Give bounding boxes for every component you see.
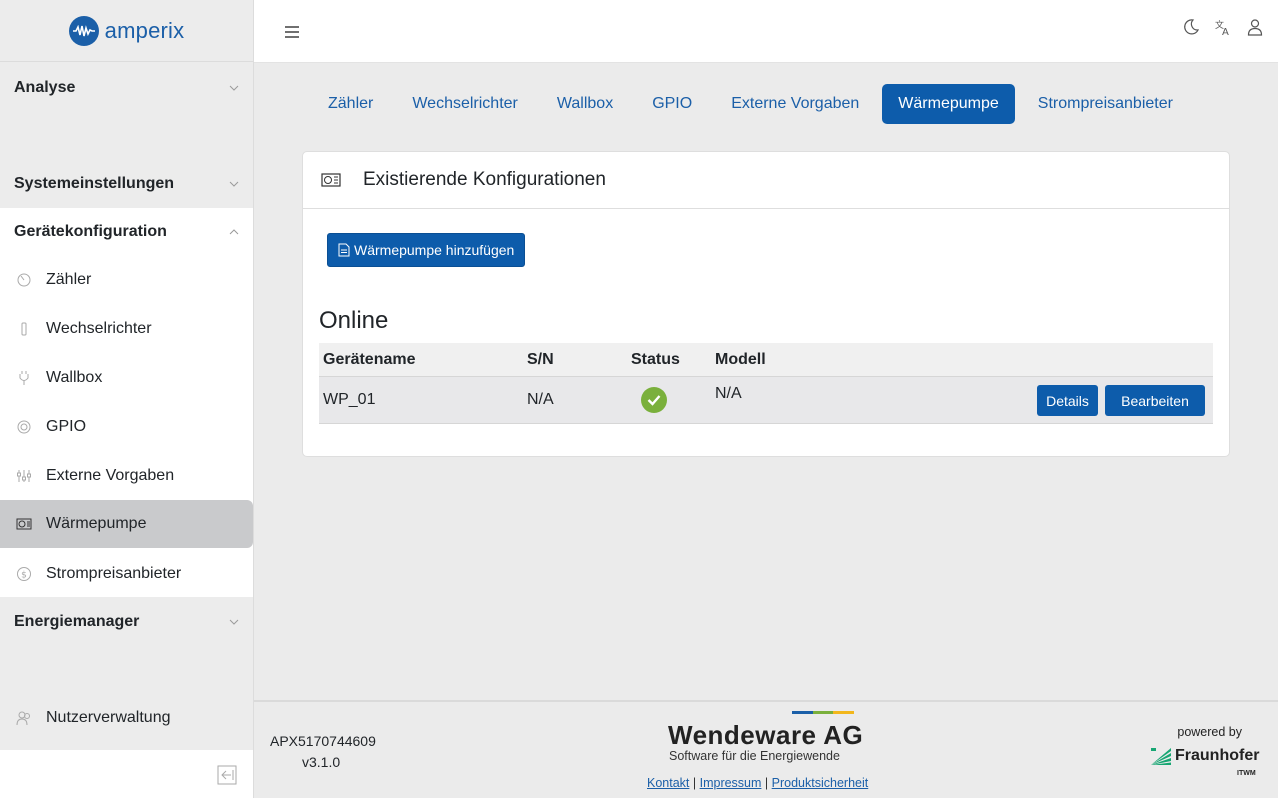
user-icon[interactable] bbox=[1246, 18, 1264, 36]
link-impressum[interactable]: Impressum bbox=[700, 776, 762, 790]
dark-mode-icon[interactable] bbox=[1182, 18, 1200, 36]
sidebar-item-strompreisanbieter[interactable]: $ Strompreisanbieter bbox=[0, 550, 253, 598]
chevron-up-icon bbox=[229, 229, 239, 235]
language-icon[interactable]: 文A bbox=[1214, 18, 1232, 38]
section-label: Energiemanager bbox=[14, 613, 140, 630]
partner-subtitle: ITWM bbox=[1237, 770, 1256, 777]
tab-strompreisanbieter[interactable]: Strompreisanbieter bbox=[1022, 84, 1189, 124]
sidebar-footer bbox=[0, 750, 253, 798]
section-title-online: Online bbox=[319, 307, 389, 334]
app-version: v3.1.0 bbox=[302, 754, 341, 770]
top-header: 文A bbox=[254, 0, 1278, 63]
card-title: Existierende Konfigurationen bbox=[363, 169, 606, 190]
configurations-card: Existierende Konfigurationen Wärmepumpe … bbox=[302, 151, 1230, 457]
currency-icon: $ bbox=[17, 567, 31, 581]
sidebar-item-gpio[interactable]: GPIO bbox=[0, 403, 253, 451]
tab-gpio[interactable]: GPIO bbox=[636, 84, 708, 124]
sidebar-item-waermepumpe[interactable]: Wärmepumpe bbox=[0, 500, 253, 548]
device-serial: APX5170744609 bbox=[270, 733, 376, 749]
section-label: Analyse bbox=[14, 79, 76, 96]
sidebar-item-zaehler[interactable]: Zähler bbox=[0, 256, 253, 304]
sidebar-item-externe-vorgaben[interactable]: Externe Vorgaben bbox=[0, 452, 253, 500]
add-button-label: Wärmepumpe hinzufügen bbox=[354, 242, 515, 258]
footer: APX5170744609 v3.1.0 Wendeware AG Softwa… bbox=[254, 700, 1278, 798]
chevron-down-icon bbox=[229, 619, 239, 625]
logo-text: amperix bbox=[104, 17, 185, 43]
tab-externe-vorgaben[interactable]: Externe Vorgaben bbox=[715, 84, 875, 124]
sidebar-item-label: Zähler bbox=[46, 271, 92, 288]
brand-tagline: Software für die Energiewende bbox=[669, 749, 840, 763]
tab-waermepumpe[interactable]: Wärmepumpe bbox=[882, 84, 1015, 124]
chevron-down-icon bbox=[229, 181, 239, 187]
details-button[interactable]: Details bbox=[1037, 385, 1098, 416]
brand-name: Wendeware AG bbox=[668, 720, 864, 750]
device-model: N/A bbox=[715, 385, 742, 402]
link-separator: | bbox=[692, 776, 697, 790]
devices-table: Gerätename S/N Status Modell WP_01 N/A N… bbox=[319, 343, 1213, 424]
amperix-logo-icon bbox=[68, 15, 99, 46]
sliders-icon bbox=[17, 470, 31, 482]
status-ok-icon bbox=[641, 387, 667, 413]
inverter-icon bbox=[21, 322, 27, 336]
sidebar: amperix Analyse Systemeinstellungen Gerä… bbox=[0, 0, 254, 798]
tab-zaehler[interactable]: Zähler bbox=[312, 84, 389, 124]
hamburger-menu-icon[interactable] bbox=[284, 24, 300, 40]
powered-by-label: powered by bbox=[1177, 725, 1242, 739]
gpio-icon bbox=[17, 420, 31, 434]
tab-wallbox[interactable]: Wallbox bbox=[541, 84, 629, 124]
column-header-name: Gerätename bbox=[323, 350, 416, 368]
device-status bbox=[641, 377, 667, 423]
card-header: Existierende Konfigurationen bbox=[303, 152, 1229, 209]
device-sn: N/A bbox=[527, 391, 554, 408]
table-row: WP_01 N/A N/A Details Bearbeiten bbox=[319, 376, 1213, 424]
section-label: Gerätekonfiguration bbox=[14, 223, 167, 240]
device-name: WP_01 bbox=[323, 391, 376, 408]
link-kontakt[interactable]: Kontakt bbox=[647, 776, 689, 790]
sidebar-item-label: GPIO bbox=[46, 418, 87, 435]
sidebar-item-label: Wechselrichter bbox=[46, 320, 152, 337]
sidebar-section-systemeinstellungen[interactable]: Systemeinstellungen bbox=[0, 160, 253, 208]
sidebar-item-label: Strompreisanbieter bbox=[46, 565, 182, 582]
sidebar-section-geraetekonfiguration[interactable]: Gerätekonfiguration bbox=[0, 208, 253, 256]
sidebar-item-nutzerverwaltung[interactable]: Nutzerverwaltung bbox=[0, 694, 253, 742]
sidebar-item-wechselrichter[interactable]: Wechselrichter bbox=[0, 305, 253, 353]
logo[interactable]: amperix bbox=[0, 0, 253, 62]
meter-icon bbox=[17, 273, 31, 287]
heat-pump-icon bbox=[16, 518, 32, 530]
sidebar-item-label: Wärmepumpe bbox=[46, 515, 147, 532]
svg-text:A: A bbox=[1222, 27, 1229, 36]
link-produktsicherheit[interactable]: Produktsicherheit bbox=[772, 776, 869, 790]
brand-color-bar bbox=[792, 711, 855, 714]
fraunhofer-logo: Fraunhofer bbox=[1151, 747, 1259, 765]
chevron-down-icon bbox=[229, 85, 239, 91]
add-heat-pump-button[interactable]: Wärmepumpe hinzufügen bbox=[327, 233, 526, 267]
sidebar-item-label: Nutzerverwaltung bbox=[46, 709, 171, 726]
column-header-status: Status bbox=[631, 350, 680, 368]
sidebar-section-energiemanager[interactable]: Energiemanager bbox=[0, 598, 253, 646]
sidebar-section-analyse[interactable]: Analyse bbox=[0, 64, 253, 112]
fraunhofer-logo-icon bbox=[1151, 748, 1171, 765]
column-header-model: Modell bbox=[715, 350, 766, 368]
sidebar-item-label: Externe Vorgaben bbox=[46, 467, 175, 484]
plug-icon bbox=[19, 371, 29, 385]
heat-pump-icon bbox=[321, 173, 341, 187]
document-icon bbox=[338, 243, 350, 257]
tab-wechselrichter[interactable]: Wechselrichter bbox=[396, 84, 534, 124]
column-header-sn: S/N bbox=[527, 350, 554, 368]
partner-name: Fraunhofer bbox=[1175, 747, 1260, 764]
edit-button[interactable]: Bearbeiten bbox=[1105, 385, 1205, 416]
table-header: Gerätename S/N Status Modell bbox=[319, 343, 1213, 376]
collapse-sidebar-icon[interactable] bbox=[217, 765, 237, 785]
sidebar-item-wallbox[interactable]: Wallbox bbox=[0, 354, 253, 402]
section-label: Systemeinstellungen bbox=[14, 175, 175, 192]
users-icon bbox=[16, 711, 30, 726]
footer-links: Kontakt | Impressum | Produktsicherheit bbox=[647, 776, 868, 790]
link-separator: | bbox=[764, 776, 769, 790]
device-tabs: Zähler Wechselrichter Wallbox GPIO Exter… bbox=[312, 84, 1196, 124]
sidebar-item-label: Wallbox bbox=[46, 369, 103, 386]
svg-text:$: $ bbox=[21, 571, 27, 581]
